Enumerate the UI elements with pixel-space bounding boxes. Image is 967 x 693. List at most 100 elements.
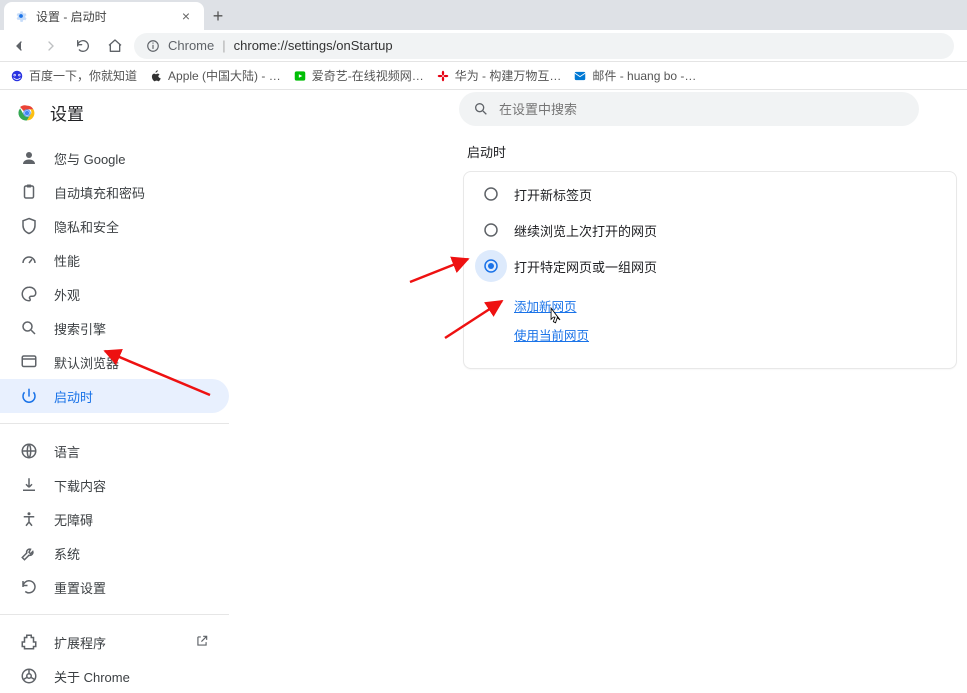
bookmark-label: 邮件 - huang bo -… — [592, 67, 696, 84]
search-icon — [473, 101, 489, 117]
sidebar-item-label: 扩展程序 — [54, 633, 106, 652]
reload-button[interactable] — [70, 33, 96, 59]
add-new-page-link[interactable]: 添加新网页 — [514, 296, 956, 315]
sidebar-item-label: 您与 Google — [54, 149, 126, 168]
sidebar-item-label: 性能 — [54, 251, 80, 270]
radio-checked-icon — [482, 257, 500, 275]
sidebar-item-reset[interactable]: 重置设置 — [0, 570, 229, 604]
power-icon — [20, 387, 38, 405]
search-icon — [20, 319, 38, 337]
sidebar-item-label: 启动时 — [54, 387, 93, 406]
settings-header: 设置 — [0, 96, 229, 139]
startup-specific-links: 添加新网页 使用当前网页 — [514, 284, 956, 358]
bookmark-item[interactable]: Apple (中国大陆) - … — [149, 67, 281, 84]
option-label: 继续浏览上次打开的网页 — [514, 221, 657, 240]
use-current-pages-link[interactable]: 使用当前网页 — [514, 325, 956, 344]
mail-icon — [573, 69, 587, 83]
bookmark-item[interactable]: 华为 - 构建万物互… — [436, 67, 562, 84]
person-icon — [20, 149, 38, 167]
download-icon — [20, 476, 38, 494]
on-startup-card: 打开新标签页 继续浏览上次打开的网页 打开特定网页或一组网页 添加新网页 使用当… — [463, 171, 957, 369]
speedometer-icon — [20, 251, 38, 269]
tab-bar: 设置 - 启动时 × + — [0, 0, 967, 30]
tab-title: 设置 - 启动时 — [36, 8, 178, 25]
sidebar-item-label: 自动填充和密码 — [54, 183, 145, 202]
sidebar-item-label: 搜索引擎 — [54, 319, 106, 338]
sidebar-item-label: 关于 Chrome — [54, 667, 130, 686]
sidebar-item-label: 无障碍 — [54, 510, 93, 529]
url-path: chrome://settings/onStartup — [234, 38, 393, 53]
sidebar-item-you-and-google[interactable]: 您与 Google — [0, 141, 229, 175]
nav-divider — [0, 423, 229, 424]
sidebar-item-privacy[interactable]: 隐私和安全 — [0, 209, 229, 243]
sidebar-item-accessibility[interactable]: 无障碍 — [0, 502, 229, 536]
nav-divider — [0, 614, 229, 615]
sidebar-item-extensions[interactable]: 扩展程序 — [0, 625, 229, 659]
startup-option-specific-pages[interactable]: 打开特定网页或一组网页 — [464, 248, 956, 284]
external-link-icon — [195, 634, 209, 651]
sidebar-item-autofill[interactable]: 自动填充和密码 — [0, 175, 229, 209]
forward-button[interactable] — [38, 33, 64, 59]
toolbar: Chrome | chrome://settings/onStartup — [0, 30, 967, 62]
huawei-icon — [436, 69, 450, 83]
sidebar-item-on-startup[interactable]: 启动时 — [0, 379, 229, 413]
sidebar-item-label: 重置设置 — [54, 578, 106, 597]
option-label: 打开特定网页或一组网页 — [514, 257, 657, 276]
sidebar-item-downloads[interactable]: 下载内容 — [0, 468, 229, 502]
bookmark-label: 百度一下，你就知道 — [29, 67, 137, 84]
wrench-icon — [20, 544, 38, 562]
nav-list: 您与 Google 自动填充和密码 隐私和安全 性能 外观 搜索引擎 — [0, 139, 229, 693]
extension-icon — [20, 633, 38, 651]
tab-favicon-settings-icon — [14, 9, 28, 23]
startup-option-continue[interactable]: 继续浏览上次打开的网页 — [464, 212, 956, 248]
sidebar-item-label: 系统 — [54, 544, 80, 563]
sidebar-item-label: 语言 — [54, 442, 80, 461]
url-host: Chrome — [168, 38, 214, 53]
sidebar-item-system[interactable]: 系统 — [0, 536, 229, 570]
sidebar-item-search-engine[interactable]: 搜索引擎 — [0, 311, 229, 345]
bookmark-label: Apple (中国大陆) - … — [168, 67, 281, 84]
bookmark-item[interactable]: 爱奇艺-在线视频网… — [293, 67, 424, 84]
chrome-outline-icon — [20, 667, 38, 685]
palette-icon — [20, 285, 38, 303]
reset-icon — [20, 578, 38, 596]
settings-main: 启动时 打开新标签页 继续浏览上次打开的网页 打开特定网页或一组网页 添加新网页… — [229, 90, 967, 596]
address-bar[interactable]: Chrome | chrome://settings/onStartup — [134, 33, 954, 59]
sidebar-item-default-browser[interactable]: 默认浏览器 — [0, 345, 229, 379]
sidebar-item-label: 下载内容 — [54, 476, 106, 495]
tab-close-icon[interactable]: × — [178, 7, 194, 25]
bookmark-label: 华为 - 构建万物互… — [455, 67, 562, 84]
startup-option-newtab[interactable]: 打开新标签页 — [464, 176, 956, 212]
sidebar-item-label: 隐私和安全 — [54, 217, 119, 236]
bookmark-item[interactable]: 百度一下，你就知道 — [10, 67, 137, 84]
settings-search-input[interactable] — [499, 102, 905, 117]
settings-search-box[interactable] — [459, 92, 919, 126]
site-info-icon[interactable] — [146, 39, 160, 53]
radio-unchecked-icon — [482, 221, 500, 239]
option-label: 打开新标签页 — [514, 185, 592, 204]
accessibility-icon — [20, 510, 38, 528]
clipboard-icon — [20, 183, 38, 201]
sidebar-item-performance[interactable]: 性能 — [0, 243, 229, 277]
back-button[interactable] — [6, 33, 32, 59]
browser-icon — [20, 353, 38, 371]
iqiyi-icon — [293, 69, 307, 83]
bookmarks-bar: 百度一下，你就知道 Apple (中国大陆) - … 爱奇艺-在线视频网… 华为… — [0, 62, 967, 90]
home-button[interactable] — [102, 33, 128, 59]
apple-icon — [149, 69, 163, 83]
settings-title: 设置 — [50, 100, 84, 125]
radio-unchecked-icon — [482, 185, 500, 203]
chrome-logo-icon — [16, 102, 38, 124]
settings-page: 设置 您与 Google 自动填充和密码 隐私和安全 性能 外观 — [0, 90, 967, 596]
bookmark-favicon-icon — [10, 69, 24, 83]
globe-icon — [20, 442, 38, 460]
bookmark-item[interactable]: 邮件 - huang bo -… — [573, 67, 696, 84]
section-title: 启动时 — [467, 142, 957, 161]
bookmark-label: 爱奇艺-在线视频网… — [312, 67, 424, 84]
new-tab-button[interactable]: + — [204, 2, 232, 30]
sidebar-item-appearance[interactable]: 外观 — [0, 277, 229, 311]
browser-tab[interactable]: 设置 - 启动时 × — [4, 2, 204, 30]
settings-sidebar: 设置 您与 Google 自动填充和密码 隐私和安全 性能 外观 — [0, 90, 229, 596]
sidebar-item-languages[interactable]: 语言 — [0, 434, 229, 468]
sidebar-item-about-chrome[interactable]: 关于 Chrome — [0, 659, 229, 693]
